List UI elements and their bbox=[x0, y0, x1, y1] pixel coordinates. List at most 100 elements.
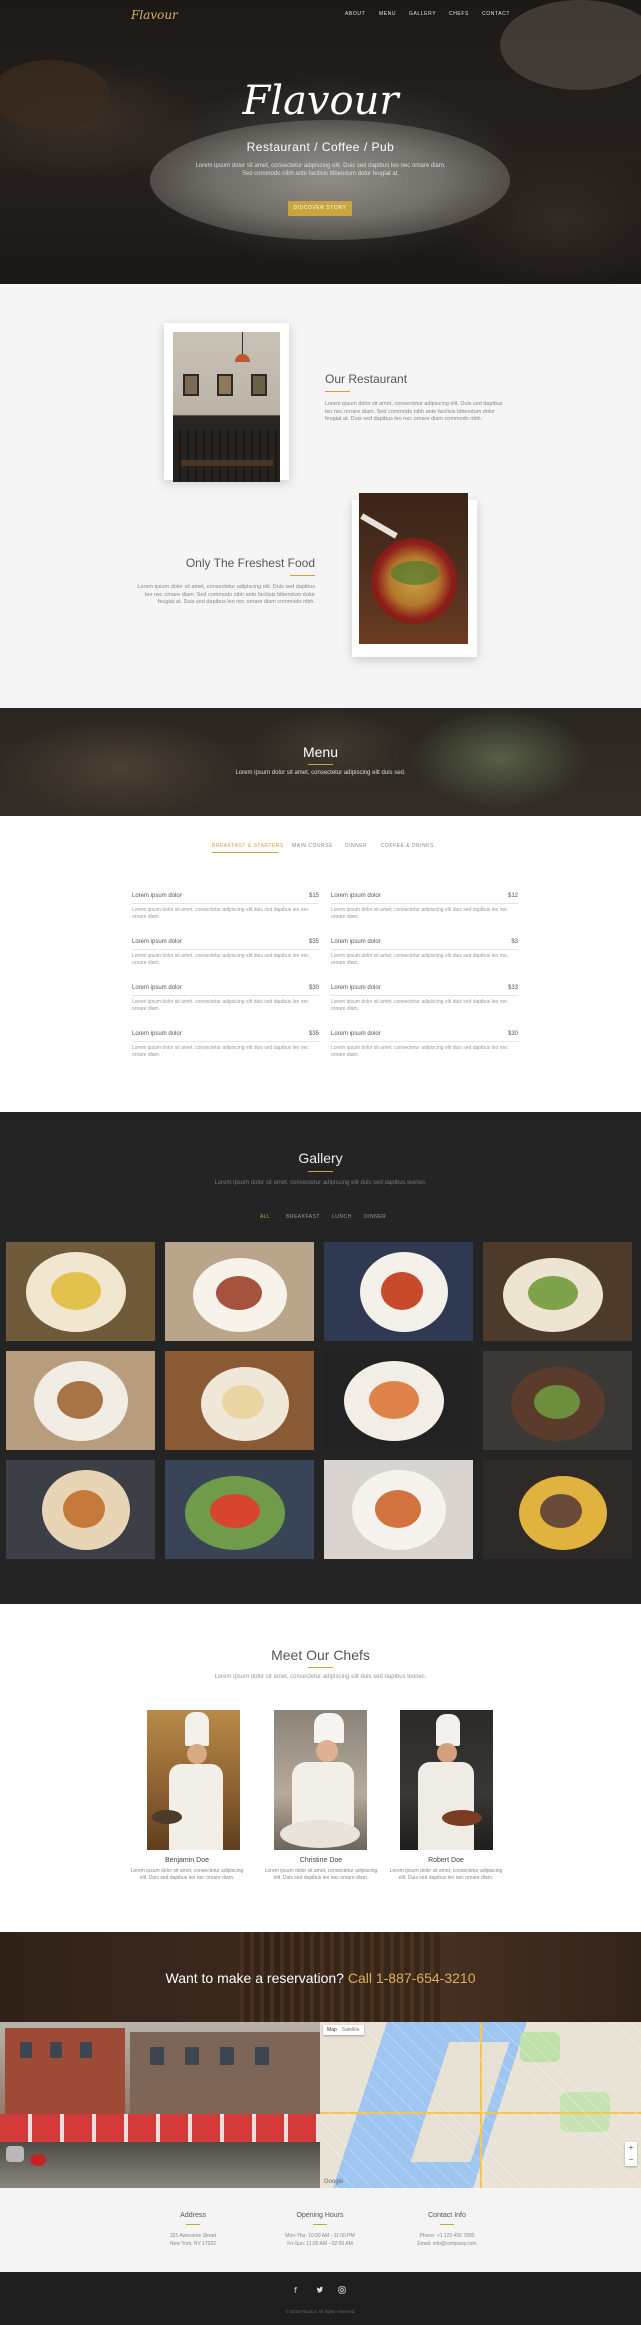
contact-email[interactable]: Email: info@company.com bbox=[387, 2240, 507, 2248]
food-shape bbox=[534, 1385, 580, 1419]
restaurant-divider bbox=[325, 391, 350, 392]
map-zoom-control[interactable]: + − bbox=[625, 2142, 637, 2166]
gallery-tab-all[interactable]: ALL bbox=[260, 1214, 270, 1220]
food-shape bbox=[51, 1272, 101, 1310]
gallery-image[interactable] bbox=[6, 1351, 155, 1450]
menu-item-name: Lorem ipsum dolor bbox=[331, 1031, 381, 1037]
address-line-2: New York, NY 17022 bbox=[169, 2241, 217, 2247]
address-title: Address bbox=[180, 2212, 206, 2219]
menu-item-description: Lorem ipsum dolor sit amet, consectetur … bbox=[331, 907, 508, 920]
menu-item-price: $33 bbox=[507, 985, 518, 991]
contact-info-divider bbox=[440, 2224, 454, 2225]
menu-section: BREAKFAST & STARTERS MAIN COURSE DINNER … bbox=[0, 816, 641, 1112]
food-shape bbox=[63, 1490, 105, 1528]
gallery-tab-breakfast[interactable]: BREAKFAST bbox=[286, 1214, 320, 1220]
about-section: Our Restaurant Lorem ipsum dolor sit ame… bbox=[0, 284, 641, 708]
menu-item-divider bbox=[331, 1041, 518, 1042]
gallery-tab-dinner[interactable]: DINNER bbox=[364, 1214, 386, 1220]
food-shape bbox=[222, 1385, 264, 1419]
menu-item-description: Lorem ipsum dolor sit amet, consectetur … bbox=[132, 1045, 309, 1058]
food-shape bbox=[210, 1494, 260, 1528]
map-type-map-button[interactable]: Map bbox=[327, 2027, 337, 2033]
copyright-text: © 2016 Flavour. All rights reserved. bbox=[285, 2309, 356, 2314]
map-type-satellite-button[interactable]: Satellite bbox=[342, 2027, 360, 2033]
gallery-image[interactable] bbox=[324, 1242, 473, 1341]
chefs-section: Meet Our Chefs Lorem ipsum dolor sit ame… bbox=[0, 1604, 641, 1932]
nav-menu[interactable]: MENU bbox=[379, 11, 396, 17]
location-map[interactable]: Map Satellite + − Google bbox=[320, 2022, 641, 2188]
menu-title-divider bbox=[308, 764, 333, 765]
menu-item-description: Lorem ipsum dolor sit amet, consectetur … bbox=[132, 953, 309, 966]
gallery-image[interactable] bbox=[165, 1460, 314, 1559]
chefs-title: Meet Our Chefs bbox=[271, 1647, 370, 1663]
nav-contact[interactable]: CONTACT bbox=[482, 11, 510, 17]
chef-desc-robert: Lorem ipsum dolor sit amet, consectetur … bbox=[389, 1868, 503, 1881]
hero-title: Flavour bbox=[242, 78, 399, 124]
food-shape bbox=[375, 1490, 421, 1528]
nav-gallery[interactable]: GALLERY bbox=[409, 11, 436, 17]
reservation-question: Want to make a reservation? bbox=[165, 1970, 344, 1986]
menu-title: Menu bbox=[302, 744, 339, 760]
gallery-image[interactable] bbox=[6, 1460, 155, 1559]
menu-item: Lorem ipsum dolor $30 Lorem ipsum dolor si… bbox=[132, 985, 319, 1012]
twitter-icon[interactable] bbox=[316, 2286, 324, 2296]
menu-item: Lorem ipsum dolor $30 Lorem ipsum dolor si… bbox=[331, 1031, 518, 1058]
menu-item-name: Lorem ipsum dolor bbox=[331, 893, 381, 899]
menu-item-description: Lorem ipsum dolor sit amet, consectetur … bbox=[331, 953, 508, 966]
gallery-image[interactable] bbox=[165, 1351, 314, 1450]
food-shape bbox=[528, 1276, 578, 1310]
menu-item-price: $35 bbox=[308, 1031, 319, 1037]
gallery-tab-lunch[interactable]: LUNCH bbox=[332, 1214, 352, 1220]
gallery-image[interactable] bbox=[324, 1460, 473, 1559]
menu-item-price: $30 bbox=[308, 985, 319, 991]
menu-item-description: Lorem ipsum dolor sit amet, consectetur … bbox=[132, 999, 309, 1012]
restaurant-heading: Our Restaurant bbox=[325, 372, 408, 386]
reservation-text: Want to make a reservation? Call 1-887-6… bbox=[0, 1970, 641, 1986]
gallery-image[interactable] bbox=[483, 1351, 632, 1450]
hours-line-2: Fri-Sun: 11:00 AM - 02:00 AM bbox=[287, 2241, 353, 2247]
menu-item-description: Lorem ipsum dolor sit amet, consectetur … bbox=[331, 999, 508, 1012]
menu-item-price: $30 bbox=[507, 1031, 518, 1037]
restaurant-exterior-image bbox=[0, 2022, 320, 2188]
hero-section: Flavour ABOUT MENU GALLERY CHEFS CONTACT… bbox=[0, 0, 641, 284]
contact-phone[interactable]: Phone: +1 123 456 7890 bbox=[387, 2232, 507, 2240]
tab-main-course[interactable]: MAIN COURSE bbox=[292, 843, 333, 849]
gallery-image[interactable] bbox=[483, 1242, 632, 1341]
menu-item-name: Lorem ipsum dolor bbox=[132, 893, 182, 899]
gallery-title: Gallery bbox=[298, 1150, 343, 1166]
map-type-control: Map Satellite bbox=[323, 2025, 364, 2035]
chef-desc-benjamin: Lorem ipsum dolor sit amet, consectetur … bbox=[130, 1868, 244, 1881]
nav-about[interactable]: ABOUT bbox=[345, 11, 365, 17]
food-divider bbox=[290, 575, 315, 576]
contact-section: Address 321 Awesome Street New York, NY … bbox=[0, 2188, 641, 2272]
tab-dinner[interactable]: DINNER bbox=[345, 843, 367, 849]
tab-coffee-drinks[interactable]: COFFEE & DRINKS bbox=[381, 843, 434, 849]
facebook-icon[interactable]: f bbox=[294, 2286, 297, 2295]
restaurant-text: Lorem ipsum dolor sit amet, consectetur … bbox=[325, 401, 503, 422]
gallery-image[interactable] bbox=[324, 1351, 473, 1450]
menu-item-name: Lorem ipsum dolor bbox=[132, 939, 182, 945]
restaurant-interior-image bbox=[173, 332, 280, 482]
opening-hours-title: Opening Hours bbox=[296, 2212, 344, 2219]
menu-item-price: $3 bbox=[511, 939, 518, 945]
menu-item: Lorem ipsum dolor $35 Lorem ipsum dolor si… bbox=[132, 1031, 319, 1058]
gallery-image[interactable] bbox=[165, 1242, 314, 1341]
chef-name-christine: Christine Doe bbox=[299, 1857, 343, 1864]
tab-breakfast-starters[interactable]: BREAKFAST & STARTERS bbox=[212, 843, 284, 849]
menu-item-description: Lorem ipsum dolor sit amet, consectetur … bbox=[331, 1045, 508, 1058]
instagram-icon[interactable] bbox=[338, 2286, 346, 2296]
nav-chefs[interactable]: CHEFS bbox=[449, 11, 469, 17]
food-shape bbox=[540, 1494, 582, 1528]
logo[interactable]: Flavour bbox=[131, 8, 178, 22]
menu-item-name: Lorem ipsum dolor bbox=[331, 985, 381, 991]
gallery-image[interactable] bbox=[483, 1460, 632, 1559]
discover-story-button[interactable]: DISCOVER STORY bbox=[288, 201, 352, 216]
soup-bowl-image bbox=[359, 493, 468, 644]
menu-item-divider bbox=[331, 949, 518, 950]
gallery-subtitle: Lorem ipsum dolor sit amet, consectetur … bbox=[214, 1180, 427, 1186]
gallery-image[interactable] bbox=[6, 1242, 155, 1341]
menu-item-divider bbox=[132, 949, 319, 950]
chef-photo-benjamin bbox=[147, 1710, 240, 1850]
reservation-phone-link[interactable]: Call 1-887-654-3210 bbox=[348, 1970, 476, 1986]
google-logo: Google bbox=[324, 2179, 344, 2185]
